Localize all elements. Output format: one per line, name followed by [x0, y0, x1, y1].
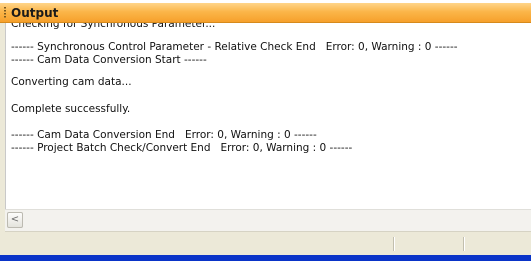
output-line: ------ Synchronous Control Parameter - R… [11, 41, 458, 53]
output-line: ------ Cam Data Conversion Start ------ [11, 54, 207, 66]
output-line: ------ Cam Data Conversion End Error: 0,… [11, 129, 317, 141]
drag-grip-icon[interactable] [4, 7, 6, 19]
output-panel: Output Checking for Synchronous Paramete… [0, 0, 531, 261]
status-divider [393, 237, 395, 251]
output-text-area[interactable]: Checking for Synchronous Parameter... --… [5, 23, 531, 209]
status-divider [463, 237, 465, 251]
output-titlebar[interactable]: Output [0, 3, 531, 23]
status-bar [5, 231, 531, 255]
output-line: Complete successfully. [11, 103, 131, 115]
scroll-left-arrow-icon[interactable]: < [7, 212, 23, 228]
output-line: Converting cam data... [11, 76, 132, 88]
horizontal-scrollbar[interactable]: < [5, 209, 531, 231]
output-line: ------ Project Batch Check/Convert End E… [11, 142, 353, 154]
output-line: Checking for Synchronous Parameter... [11, 23, 216, 30]
taskbar-strip [0, 255, 531, 261]
panel-title: Output [11, 6, 59, 20]
